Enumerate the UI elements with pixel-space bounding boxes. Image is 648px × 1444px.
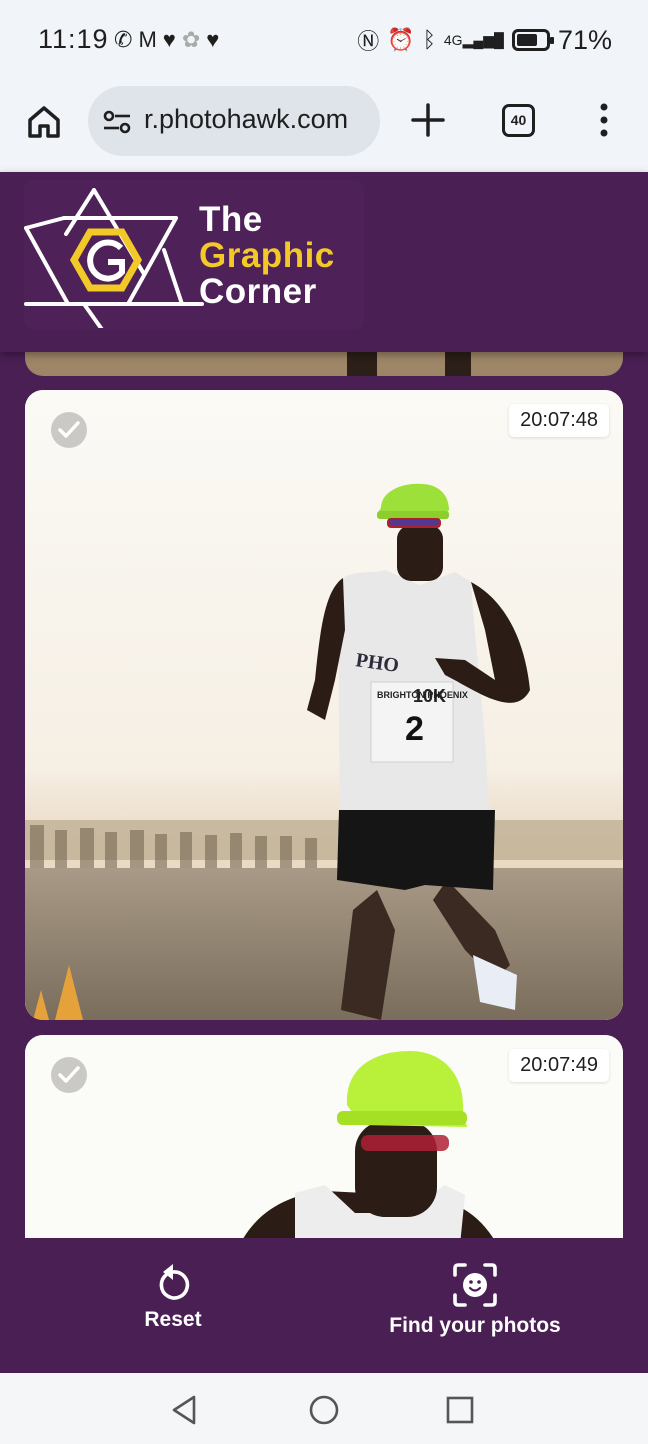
more-menu-icon[interactable]	[594, 100, 614, 140]
address-bar[interactable]: r.photohawk.com	[88, 86, 380, 156]
screen: 11:19 ✆ M ♥ ✿ ♥ Ⓝ ⏰ ᛒ 4G▂▄▆█ 71% r.photo…	[0, 0, 648, 1444]
tab-switcher-button[interactable]: 40	[502, 104, 535, 137]
reset-icon	[159, 1264, 190, 1300]
url-text: r.photohawk.com	[144, 104, 349, 134]
bib-race: 10K	[413, 686, 446, 706]
photo-gallery[interactable]: BRIGHTON PHOENIX 10K 2 PHO 20:07:48 20:0…	[0, 300, 648, 1238]
battery-percent: 71%	[557, 24, 612, 55]
site-logo[interactable]: The Graphic Corner	[24, 180, 364, 330]
system-nav-bar	[0, 1373, 648, 1444]
select-photo-checkbox[interactable]	[51, 412, 87, 448]
check-icon	[58, 1066, 80, 1083]
site-header: The Graphic Corner	[0, 172, 648, 352]
notification-icons: ✆ M ♥ ✿ ♥	[114, 26, 219, 54]
photo-timestamp: 20:07:49	[509, 1049, 609, 1082]
select-photo-checkbox[interactable]	[51, 1057, 87, 1093]
battery-icon	[511, 29, 554, 51]
photo-card[interactable]: 20:07:49	[25, 1035, 623, 1238]
whatsapp-icon: ✆	[114, 27, 133, 52]
gmail-icon: M	[138, 27, 157, 52]
logo-line-graphic: Graphic	[199, 236, 335, 275]
photo-card[interactable]: BRIGHTON PHOENIX 10K 2 PHO 20:07:48	[25, 390, 623, 1020]
battery-level	[516, 34, 537, 46]
heart-icon: ♥	[206, 27, 220, 52]
app-icon: ✿	[181, 27, 201, 52]
logo-wordmark: The Graphic Corner	[199, 202, 335, 310]
home-nav-icon[interactable]	[307, 1393, 341, 1427]
action-bar: Reset Find your photos	[0, 1238, 648, 1373]
back-icon[interactable]	[168, 1393, 202, 1427]
logo-line-corner: Corner	[199, 272, 317, 311]
photo-timestamp: 20:07:48	[509, 404, 609, 437]
site-settings-icon[interactable]	[102, 108, 132, 136]
new-tab-icon[interactable]	[408, 100, 448, 140]
bib-number: 2	[405, 710, 424, 748]
nfc-icon: Ⓝ	[357, 29, 380, 54]
reset-button[interactable]: Reset	[110, 1262, 236, 1332]
browser-toolbar: r.photohawk.com 40	[0, 80, 648, 172]
recents-icon[interactable]	[443, 1393, 477, 1427]
check-icon	[58, 421, 80, 438]
face-scan-icon	[453, 1263, 497, 1307]
status-bar: 11:19 ✆ M ♥ ✿ ♥ Ⓝ ⏰ ᛒ 4G▂▄▆█ 71%	[0, 0, 648, 80]
runner-photo: BRIGHTON PHOENIX 10K 2 PHO	[25, 390, 623, 1020]
bluetooth-icon: ᛒ	[422, 27, 436, 52]
reset-label: Reset	[144, 1308, 202, 1331]
alarm-icon: ⏰	[387, 27, 415, 52]
logo-line-the: The	[199, 200, 263, 239]
status-time: 11:19	[38, 24, 109, 54]
find-photos-button[interactable]: Find your photos	[360, 1262, 590, 1338]
home-icon[interactable]	[24, 102, 64, 142]
signal-icon: 4G▂▄▆█	[443, 32, 504, 48]
heart-icon: ♥	[162, 27, 176, 52]
graphic-corner-logo-icon	[24, 188, 204, 328]
system-icons: Ⓝ ⏰ ᛒ 4G▂▄▆█ 71%	[357, 24, 612, 56]
find-photos-label: Find your photos	[389, 1314, 561, 1337]
